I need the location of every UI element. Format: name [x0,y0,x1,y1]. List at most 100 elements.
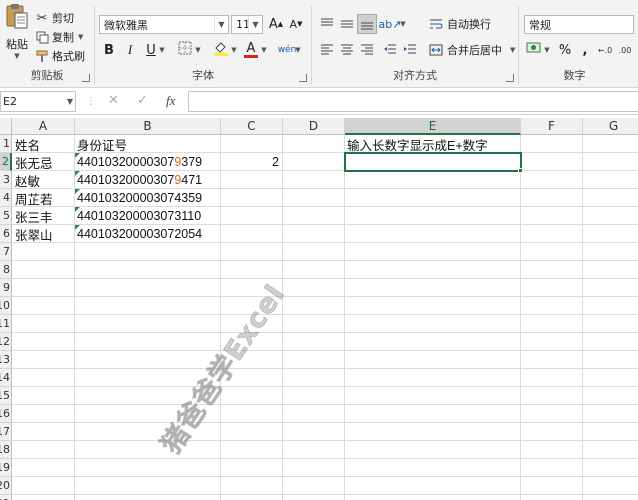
wrap-text-button[interactable]: 自动换行 [428,15,491,33]
comma-style-button[interactable]: , [575,40,595,60]
column-header-a[interactable]: A [12,118,75,135]
orientation-button[interactable]: ab↗ [379,14,402,34]
fill-color-button[interactable] [211,40,231,60]
borders-dropdown-icon[interactable]: ▼ [193,40,203,60]
row-header-11[interactable]: 11 [0,315,12,333]
column-header-d[interactable]: D [283,118,345,135]
cell-b1[interactable]: 身份证号 [75,135,220,153]
clipboard-dialog-launcher-icon[interactable] [82,74,90,82]
increase-indent-button[interactable] [400,40,420,60]
row-header-14[interactable]: 14 [0,369,12,387]
spreadsheet-grid[interactable]: A B C D E F G 1 2 3 4 5 6 7 8 9 10 11 12… [0,118,638,500]
row-header-1[interactable]: 1 [0,135,12,153]
align-bottom-button[interactable] [357,14,377,34]
cell-a2[interactable]: 张无忌 [13,153,74,171]
cell-b5[interactable]: 440103200003073110 [75,207,220,225]
increase-decimal-button[interactable]: ←.0 [595,40,615,60]
chevron-down-icon[interactable]: ▼ [67,97,73,106]
font-color-button[interactable]: A [241,40,261,60]
font-size-select[interactable]: 11 ▼ [231,15,263,34]
merge-center-button[interactable]: 合并后居中 ▼ [428,41,515,59]
cell-c2[interactable]: 2 [221,153,282,171]
row-header-4[interactable]: 4 [0,189,12,207]
row-header-3[interactable]: 3 [0,171,12,189]
font-color-dropdown-icon[interactable]: ▼ [259,40,269,60]
merge-dropdown-icon[interactable]: ▼ [510,46,515,54]
number-format-select[interactable]: 常规 [524,15,634,34]
text-number-flag-icon[interactable] [75,153,80,158]
row-header-5[interactable]: 5 [0,207,12,225]
column-header-b[interactable]: B [75,118,221,135]
column-header-c[interactable]: C [221,118,283,135]
cell-e1[interactable]: 输入长数字显示成E+数字 [345,135,520,153]
align-center-button[interactable] [337,40,357,60]
borders-button[interactable] [175,40,195,60]
row-header-10[interactable]: 10 [0,297,12,315]
underline-dropdown-icon[interactable]: ▼ [157,40,167,60]
cell-a3[interactable]: 赵敏 [13,171,74,189]
select-all-corner[interactable] [0,118,12,135]
row-header-16[interactable]: 16 [0,405,12,423]
row-header-12[interactable]: 12 [0,333,12,351]
align-middle-button[interactable] [337,14,357,34]
cut-button[interactable]: ✂ 剪切 [34,9,74,27]
paste-dropdown-icon[interactable]: ▼ [14,52,19,60]
row-header-21[interactable]: 21 [0,495,12,500]
accounting-format-button[interactable] [524,40,544,60]
row-header-2[interactable]: 2 [0,153,12,171]
fill-handle[interactable] [518,168,523,173]
paste-button[interactable]: 粘贴 ▼ [2,2,32,60]
formula-input[interactable] [188,91,638,112]
column-header-f[interactable]: F [521,118,583,135]
cell-b6[interactable]: 440103200003072054 [75,225,220,243]
row-header-6[interactable]: 6 [0,225,12,243]
name-box[interactable]: E2 ▼ [0,91,76,112]
fill-color-dropdown-icon[interactable]: ▼ [229,40,239,60]
row-header-8[interactable]: 8 [0,261,12,279]
align-left-button[interactable] [317,40,337,60]
format-painter-button[interactable]: 格式刷 [34,47,85,65]
copy-button[interactable]: 复制 ▼ [34,28,83,46]
italic-button[interactable]: I [120,40,140,60]
accounting-dropdown-icon[interactable]: ▼ [542,40,552,60]
phonetic-dropdown-icon[interactable]: ▼ [293,40,303,60]
decrease-font-size-button[interactable]: A ▼ [286,14,306,34]
alignment-dialog-launcher-icon[interactable] [506,74,514,82]
column-header-e[interactable]: E [345,118,521,135]
row-header-13[interactable]: 13 [0,351,12,369]
text-number-flag-icon[interactable] [75,225,80,230]
cell-b3[interactable]: 44010320000307 9 471 [75,171,220,189]
font-dialog-launcher-icon[interactable] [299,74,307,82]
align-top-button[interactable] [317,14,337,34]
cell-a4[interactable]: 周芷若 [13,189,74,207]
insert-function-icon[interactable]: fx [166,93,175,109]
row-header-15[interactable]: 15 [0,387,12,405]
cell-a1[interactable]: 姓名 [13,135,74,153]
percent-button[interactable]: % [555,40,575,60]
align-right-button[interactable] [357,40,377,60]
cell-b4[interactable]: 440103200003074359 [75,189,220,207]
decrease-indent-button[interactable] [380,40,400,60]
cell-a5[interactable]: 张三丰 [13,207,74,225]
row-header-18[interactable]: 18 [0,441,12,459]
text-number-flag-icon[interactable] [75,189,80,194]
font-name-select[interactable]: 微软雅黑 ▼ [99,15,229,34]
row-header-19[interactable]: 19 [0,459,12,477]
cell-a6[interactable]: 张翠山 [13,225,74,243]
enter-icon[interactable]: ✓ [137,93,148,108]
copy-dropdown-icon[interactable]: ▼ [78,33,83,41]
column-header-g[interactable]: G [583,118,638,135]
active-cell-selection[interactable] [344,152,522,172]
orientation-dropdown-icon[interactable]: ▼ [398,14,408,34]
row-header-17[interactable]: 17 [0,423,12,441]
row-header-20[interactable]: 20 [0,477,12,495]
row-header-7[interactable]: 7 [0,243,12,261]
decrease-decimal-button[interactable]: .00 [615,40,635,60]
text-number-flag-icon[interactable] [75,171,80,176]
text-number-flag-icon[interactable] [75,207,80,212]
row-header-9[interactable]: 9 [0,279,12,297]
cell-b2[interactable]: 44010320000307 9 379 [75,153,220,171]
bold-button[interactable]: B [99,40,119,60]
increase-font-size-button[interactable]: A ▲ [266,14,286,34]
cancel-icon[interactable]: ✕ [108,93,119,108]
